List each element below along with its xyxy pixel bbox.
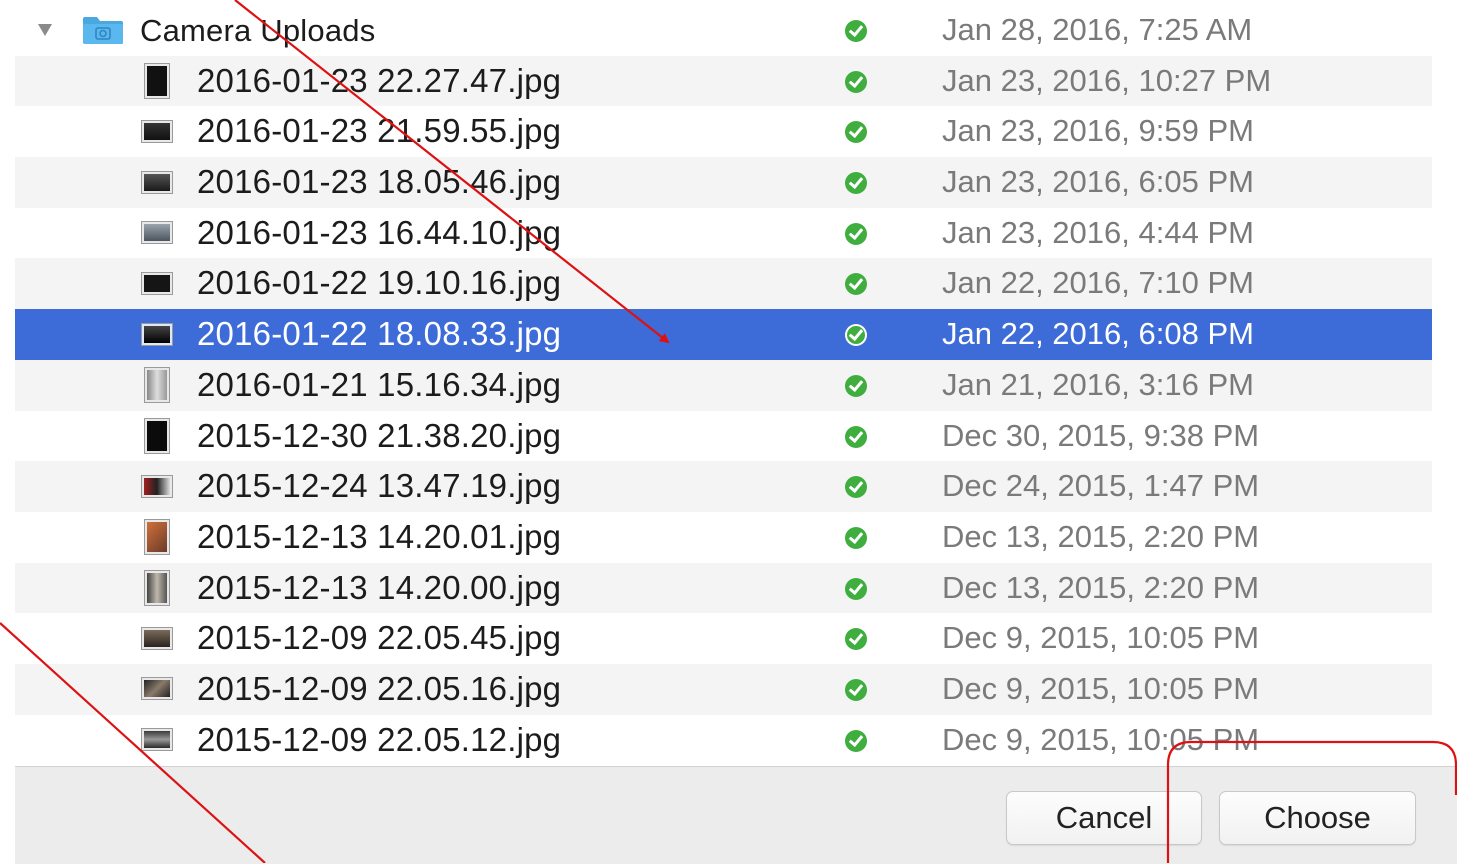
- file-name: 2015-12-13 14.20.00.jpg: [197, 568, 562, 606]
- file-row[interactable]: 2016-01-23 21.59.55.jpg Jan 23, 2016, 9:5…: [0, 106, 1457, 157]
- file-row[interactable]: 2015-12-13 14.20.00.jpg Dec 13, 2015, 2:2…: [0, 562, 1457, 614]
- modified-date: Jan 22, 2016, 7:10 PM: [942, 265, 1254, 301]
- image-thumbnail-icon: [142, 623, 172, 653]
- sync-check-icon: [845, 425, 867, 448]
- file-name: 2016-01-23 21.59.55.jpg: [197, 112, 562, 150]
- file-row[interactable]: 2016-01-22 18.08.33.jpg Jan 22, 2016, 6:0…: [0, 309, 1457, 360]
- file-row[interactable]: 2015-12-09 22.05.45.jpg Dec 9, 2015, 10:0…: [0, 613, 1457, 664]
- sync-check-icon: [845, 222, 867, 245]
- sync-check-icon: [845, 172, 867, 195]
- modified-date: Jan 22, 2016, 6:08 PM: [942, 316, 1254, 352]
- file-row[interactable]: 2015-12-24 13.47.19.jpg Dec 24, 2015, 1:4…: [0, 461, 1457, 512]
- sync-check-icon: [845, 678, 867, 701]
- file-row[interactable]: 2016-01-23 18.05.46.jpg Jan 23, 2016, 6:0…: [0, 157, 1457, 208]
- image-thumbnail-icon: [142, 471, 172, 501]
- file-name: 2015-12-24 13.47.19.jpg: [197, 467, 562, 505]
- modified-date: Dec 30, 2015, 9:38 PM: [942, 417, 1260, 453]
- file-name: 2016-01-23 18.05.46.jpg: [197, 163, 562, 201]
- file-name: 2016-01-23 22.27.47.jpg: [197, 61, 562, 99]
- file-name: 2015-12-09 22.05.16.jpg: [197, 669, 562, 707]
- folder-row-camera-uploads[interactable]: Camera Uploads Jan 28, 2016, 7:25 AM: [0, 5, 1457, 56]
- modified-date: Jan 21, 2016, 3:16 PM: [942, 366, 1254, 402]
- image-thumbnail-icon: [142, 725, 172, 755]
- sync-check-icon: [845, 476, 867, 499]
- file-row[interactable]: 2016-01-21 15.16.34.jpg Jan 21, 2016, 3:1…: [0, 359, 1457, 411]
- image-thumbnail-icon: [142, 418, 172, 453]
- modified-date: Jan 28, 2016, 7:25 AM: [942, 12, 1253, 47]
- sync-check-icon: [845, 729, 867, 752]
- image-thumbnail-icon: [142, 519, 172, 554]
- image-thumbnail-icon: [142, 167, 172, 197]
- sync-check-icon: [845, 577, 867, 600]
- modified-date: Jan 23, 2016, 4:44 PM: [942, 214, 1254, 250]
- image-thumbnail-icon: [142, 367, 172, 402]
- sync-check-icon: [845, 70, 867, 93]
- file-row[interactable]: 2015-12-13 14.20.01.jpg Dec 13, 2015, 2:2…: [0, 512, 1457, 563]
- file-name: 2015-12-30 21.38.20.jpg: [197, 416, 562, 454]
- file-name: 2015-12-09 22.05.12.jpg: [197, 720, 562, 758]
- sync-check-icon: [845, 374, 867, 397]
- modified-date: Dec 9, 2015, 10:05 PM: [942, 670, 1260, 706]
- sync-check-icon: [845, 273, 867, 296]
- file-name: 2016-01-22 19.10.16.jpg: [197, 264, 562, 302]
- file-row[interactable]: 2016-01-22 19.10.16.jpg Jan 22, 2016, 7:1…: [0, 258, 1457, 309]
- disclosure-triangle-icon[interactable]: [38, 24, 52, 36]
- image-thumbnail-icon: [142, 268, 172, 298]
- file-row[interactable]: 2016-01-23 16.44.10.jpg Jan 23, 2016, 4:4…: [0, 208, 1457, 259]
- modified-date: Dec 13, 2015, 2:20 PM: [942, 569, 1260, 605]
- sync-check-icon: [845, 628, 867, 651]
- file-name: 2016-01-22 18.08.33.jpg: [197, 315, 562, 353]
- file-name: 2016-01-23 16.44.10.jpg: [197, 213, 562, 251]
- camera-folder-icon: [83, 17, 123, 44]
- modified-date: Dec 13, 2015, 2:20 PM: [942, 518, 1260, 554]
- modified-date: Dec 9, 2015, 10:05 PM: [942, 620, 1260, 656]
- sync-check-icon: [845, 20, 867, 42]
- sync-check-icon: [845, 121, 867, 144]
- file-list: Camera Uploads Jan 28, 2016, 7:25 AM 201…: [0, 5, 1457, 765]
- dialog-footer: Cancel Choose: [15, 766, 1457, 864]
- file-name: 2015-12-09 22.05.45.jpg: [197, 619, 562, 657]
- modified-date: Jan 23, 2016, 10:27 PM: [942, 62, 1272, 98]
- folder-name: Camera Uploads: [140, 13, 376, 48]
- modified-date: Dec 9, 2015, 10:05 PM: [942, 721, 1260, 757]
- image-thumbnail-icon: [142, 116, 172, 146]
- sync-check-icon: [845, 324, 867, 347]
- file-row[interactable]: 2015-12-30 21.38.20.jpg Dec 30, 2015, 9:3…: [0, 411, 1457, 462]
- image-thumbnail-icon: [142, 570, 172, 605]
- file-name: 2016-01-21 15.16.34.jpg: [197, 365, 562, 403]
- sync-check-icon: [845, 526, 867, 549]
- modified-date: Dec 24, 2015, 1:47 PM: [942, 468, 1260, 504]
- file-name: 2015-12-13 14.20.01.jpg: [197, 517, 562, 555]
- file-row[interactable]: 2016-01-23 22.27.47.jpg Jan 23, 2016, 10:…: [0, 55, 1457, 107]
- modified-date: Jan 23, 2016, 9:59 PM: [942, 113, 1254, 149]
- image-thumbnail-icon: [142, 674, 172, 704]
- image-thumbnail-icon: [142, 319, 172, 349]
- modified-date: Jan 23, 2016, 6:05 PM: [942, 164, 1254, 200]
- image-thumbnail-icon: [142, 218, 172, 248]
- file-row[interactable]: 2015-12-09 22.05.12.jpg Dec 9, 2015, 10:0…: [0, 715, 1457, 766]
- image-thumbnail-icon: [142, 63, 172, 98]
- cancel-button[interactable]: Cancel: [1006, 791, 1202, 845]
- file-row[interactable]: 2015-12-09 22.05.16.jpg Dec 9, 2015, 10:0…: [0, 663, 1457, 715]
- choose-button[interactable]: Choose: [1219, 791, 1416, 845]
